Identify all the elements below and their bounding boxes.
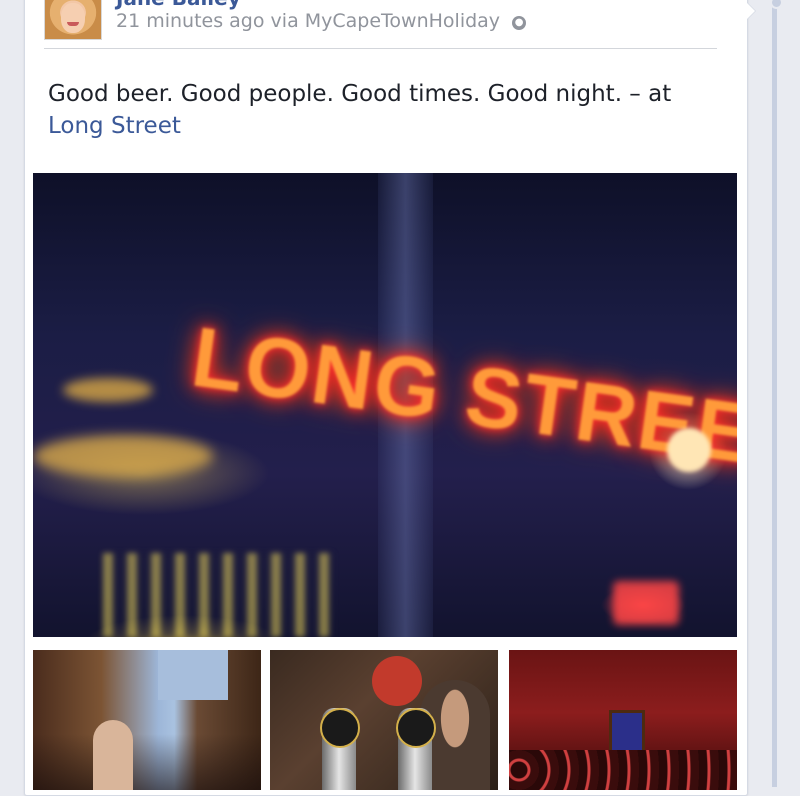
photo-red-sign bbox=[372, 656, 422, 706]
timeline-rail bbox=[772, 0, 777, 787]
avatar[interactable] bbox=[44, 0, 102, 40]
author-name[interactable]: Jane Bailey bbox=[116, 0, 241, 10]
post-message-text: Good beer. Good people. Good times. Good… bbox=[48, 81, 672, 107]
location-link[interactable]: Long Street bbox=[48, 113, 181, 139]
photo-lamp bbox=[63, 378, 153, 402]
globe-icon[interactable]: ● bbox=[512, 16, 527, 30]
post-message: Good beer. Good people. Good times. Good… bbox=[48, 78, 708, 142]
timeline-pointer bbox=[746, 2, 755, 20]
post-timestamp[interactable]: 21 minutes ago bbox=[116, 10, 265, 32]
tap-badge bbox=[320, 708, 360, 748]
neon-sign: LONG STREET bbox=[186, 309, 737, 489]
photo-crowd bbox=[509, 750, 737, 790]
beer-taps-photo[interactable] bbox=[270, 650, 498, 790]
bar-party-photo[interactable] bbox=[509, 650, 737, 790]
header-divider bbox=[44, 48, 717, 49]
photo-lamp bbox=[33, 435, 213, 477]
photo-bar-lights bbox=[103, 553, 333, 637]
avatar-face bbox=[61, 3, 85, 33]
street-crowd-photo[interactable] bbox=[33, 650, 261, 790]
tap-badge bbox=[396, 708, 436, 748]
post-meta: 21 minutes ago via MyCapeTownHoliday ● bbox=[116, 10, 527, 32]
post-via[interactable]: via MyCapeTownHoliday bbox=[271, 10, 501, 32]
photo-person bbox=[93, 720, 133, 790]
photo-bulb bbox=[667, 428, 711, 472]
photo-red-light bbox=[613, 581, 679, 625]
photo-sky bbox=[158, 650, 228, 700]
main-photo[interactable]: LONG STREET bbox=[33, 173, 737, 637]
timeline-dot bbox=[770, 0, 783, 9]
